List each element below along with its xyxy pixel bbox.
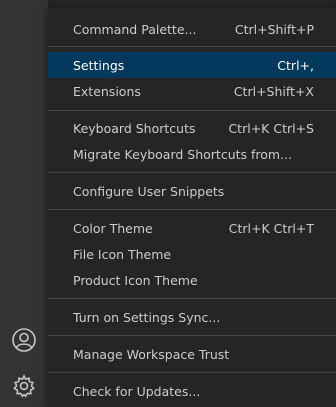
menu-item-shortcut: Ctrl+,: [277, 57, 314, 73]
activity-bar: [0, 0, 48, 407]
menu-separator: [48, 372, 336, 373]
menu-item-label: Check for Updates...: [73, 383, 201, 399]
menu-item-label: Settings: [73, 57, 125, 73]
menu-separator: [48, 172, 336, 173]
manage-button[interactable]: [0, 366, 48, 406]
menu-item-label: Extensions: [73, 83, 141, 99]
menu-item-shortcut: Ctrl+K Ctrl+T: [228, 220, 314, 236]
menu-item-file-icon-theme[interactable]: File Icon Theme: [48, 241, 336, 267]
menu-item-product-icon-theme[interactable]: Product Icon Theme: [48, 267, 336, 293]
menu-item-command-palette[interactable]: Command Palette... Ctrl+Shift+P: [48, 16, 336, 42]
menu-item-keyboard-shortcuts[interactable]: Keyboard Shortcuts Ctrl+K Ctrl+S: [48, 115, 336, 141]
menu-item-shortcut: Ctrl+Shift+X: [233, 83, 314, 99]
menu-item-migrate-keyboard-shortcuts[interactable]: Migrate Keyboard Shortcuts from...: [48, 141, 336, 167]
menu-item-shortcut: Ctrl+K Ctrl+S: [228, 120, 314, 136]
menu-item-label: Manage Workspace Trust: [73, 346, 230, 362]
menu-separator: [48, 110, 336, 111]
menu-item-label: Configure User Snippets: [73, 183, 225, 199]
menu-item-label: Command Palette...: [73, 21, 197, 37]
menu-item-label: File Icon Theme: [73, 246, 172, 262]
menu-item-label: Turn on Settings Sync...: [73, 309, 221, 325]
manage-context-menu: Command Palette... Ctrl+Shift+P Settings…: [48, 8, 336, 407]
menu-item-label: Color Theme: [73, 220, 153, 236]
menu-item-label: Migrate Keyboard Shortcuts from...: [73, 146, 293, 162]
menu-item-settings-sync[interactable]: Turn on Settings Sync...: [48, 304, 336, 330]
menu-item-shortcut: Ctrl+Shift+P: [234, 21, 314, 37]
menu-item-check-for-updates[interactable]: Check for Updates...: [48, 378, 336, 404]
menu-separator: [48, 209, 336, 210]
menu-separator: [48, 46, 336, 47]
gear-icon: [13, 374, 35, 398]
menu-item-label: Keyboard Shortcuts: [73, 120, 196, 136]
menu-item-settings[interactable]: Settings Ctrl+,: [48, 52, 336, 78]
menu-item-manage-workspace-trust[interactable]: Manage Workspace Trust: [48, 341, 336, 367]
menu-item-label: Product Icon Theme: [73, 272, 198, 288]
menu-separator: [48, 298, 336, 299]
account-icon: [12, 328, 36, 352]
menu-item-extensions[interactable]: Extensions Ctrl+Shift+X: [48, 78, 336, 104]
editor-area: [48, 0, 336, 8]
menu-item-color-theme[interactable]: Color Theme Ctrl+K Ctrl+T: [48, 215, 336, 241]
accounts-button[interactable]: [0, 320, 48, 360]
menu-separator: [48, 335, 336, 336]
menu-item-configure-user-snippets[interactable]: Configure User Snippets: [48, 178, 336, 204]
